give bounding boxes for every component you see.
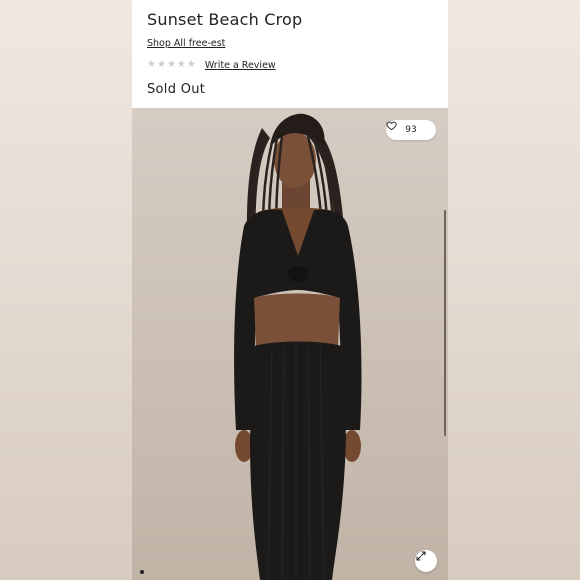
- product-title: Sunset Beach Crop: [147, 10, 303, 29]
- slide-indicator-dot[interactable]: [140, 570, 144, 574]
- scrollbar-thumb[interactable]: [444, 210, 446, 436]
- rating-stars: ★ ★ ★ ★ ★: [147, 59, 196, 71]
- star-icon: ★: [147, 59, 156, 70]
- like-count: 93: [405, 125, 417, 135]
- product-card: Sunset Beach Crop Shop All free-est ★ ★ …: [132, 0, 448, 580]
- availability-status: Sold Out: [147, 82, 206, 97]
- star-icon: ★: [156, 59, 166, 70]
- star-icon: ★: [186, 59, 196, 70]
- expand-image-button[interactable]: [415, 550, 437, 572]
- backdrop-right: [448, 0, 580, 580]
- star-icon: ★: [166, 59, 176, 70]
- shop-brand-link[interactable]: Shop All free-est: [147, 38, 225, 49]
- heart-icon: [386, 121, 397, 131]
- expand-icon: [416, 551, 426, 561]
- product-photo[interactable]: 93: [132, 108, 448, 580]
- product-header: Sunset Beach Crop Shop All free-est ★ ★ …: [132, 0, 448, 108]
- rating-row: ★ ★ ★ ★ ★ Write a Review: [147, 58, 276, 72]
- backdrop-left: [0, 0, 132, 580]
- like-button[interactable]: 93: [386, 120, 436, 140]
- model-illustration: [234, 113, 362, 580]
- write-review-link[interactable]: Write a Review: [205, 60, 276, 71]
- star-icon: ★: [176, 59, 186, 70]
